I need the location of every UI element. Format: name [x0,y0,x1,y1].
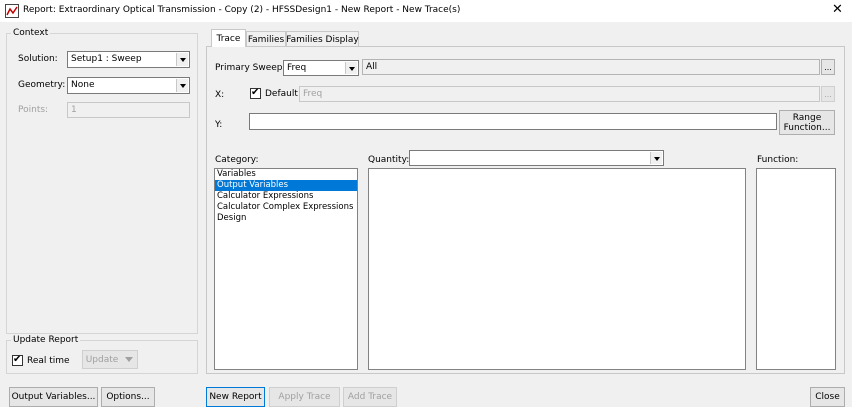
x-label: X: [215,90,225,100]
category-item[interactable]: Design [215,213,357,224]
category-item[interactable]: Calculator Expressions [215,191,357,202]
apply-trace-button: Apply Trace [269,387,340,407]
options-label: Options... [106,392,150,402]
tab-families-display-label: Families Display [286,34,359,45]
checkmark-icon: ✔ [13,354,22,365]
chevron-down-icon [176,53,188,66]
realtime-checkbox[interactable]: ✔ [12,354,23,366]
ellipsis-label: ... [824,89,832,99]
realtime-label[interactable]: Real time [27,356,70,366]
add-trace-button: Add Trace [343,387,397,407]
hfss-report-icon [5,4,19,18]
quantity-label: Quantity: [368,155,410,165]
update-report-legend: Update Report [13,335,79,345]
close-label: Close [815,392,840,402]
chevron-down-icon [650,152,662,164]
category-item[interactable]: Variables [215,169,357,180]
solution-label: Solution: [18,54,58,64]
geometry-value: None [71,80,95,90]
window-title: Report: Extraordinary Optical Transmissi… [23,5,461,15]
quantity-dropdown[interactable] [409,150,664,166]
x-value: Freq [303,89,323,99]
primary-sweep-value: Freq [287,63,307,73]
tab-trace-label: Trace [216,33,241,44]
add-trace-label: Add Trace [347,392,393,402]
category-label: Category: [215,155,259,165]
category-item-selected[interactable]: Output Variables [215,180,357,191]
tab-trace[interactable]: Trace [211,29,246,47]
new-report-button[interactable]: New Report [206,387,265,407]
x-default-label[interactable]: Default [265,89,298,99]
x-default-checkbox[interactable]: ✔ [250,87,261,99]
update-button: Update [82,350,138,369]
checkmark-icon: ✔ [251,87,260,98]
chevron-down-icon [345,62,357,74]
category-item[interactable]: Calculator Complex Expressions [215,202,357,213]
close-button[interactable]: Close [810,387,845,407]
apply-trace-label: Apply Trace [278,392,331,402]
quantity-list[interactable] [368,168,746,370]
context-group: Context [6,28,198,334]
primary-sweep-range-field[interactable]: All [362,59,820,75]
points-label: Points: [18,105,49,115]
primary-sweep-range-value: All [366,62,378,72]
context-legend: Context [13,28,49,38]
geometry-dropdown[interactable]: None [67,77,190,94]
function-list[interactable] [756,168,836,370]
tab-families-display[interactable]: Families Display [286,31,359,47]
primary-sweep-label: Primary Sweep: [215,63,286,73]
tab-families[interactable]: Families [246,31,286,47]
range-function-line2: Function... [783,122,831,133]
range-function-line1: Range [792,112,822,123]
category-list[interactable]: Variables Output Variables Calculator Ex… [214,168,358,370]
output-variables-button[interactable]: Output Variables... [9,387,98,407]
primary-sweep-ellipsis-button[interactable]: ... [821,59,835,75]
x-ellipsis-button: ... [821,86,835,102]
range-function-button[interactable]: Range Function... [779,110,835,135]
new-report-label: New Report [209,392,262,402]
geometry-label: Geometry: [18,80,66,90]
points-value: 1 [71,105,77,115]
x-field: Freq [299,86,820,102]
options-button[interactable]: Options... [101,387,155,407]
tab-families-label: Families [247,34,285,45]
y-input[interactable] [249,113,777,130]
y-label: Y: [215,120,223,130]
output-variables-label: Output Variables... [11,392,96,402]
close-icon[interactable]: ✕ [832,3,843,17]
solution-value: Setup1 : Sweep [71,54,142,64]
primary-sweep-dropdown[interactable]: Freq [283,60,359,76]
title-bar: Report: Extraordinary Optical Transmissi… [0,0,852,22]
update-label: Update [85,354,119,365]
chevron-down-icon [176,79,188,92]
function-label: Function: [757,155,799,165]
chevron-down-icon [125,356,134,362]
points-field: 1 [67,102,190,118]
solution-dropdown[interactable]: Setup1 : Sweep [67,51,190,68]
ellipsis-label: ... [824,62,832,72]
